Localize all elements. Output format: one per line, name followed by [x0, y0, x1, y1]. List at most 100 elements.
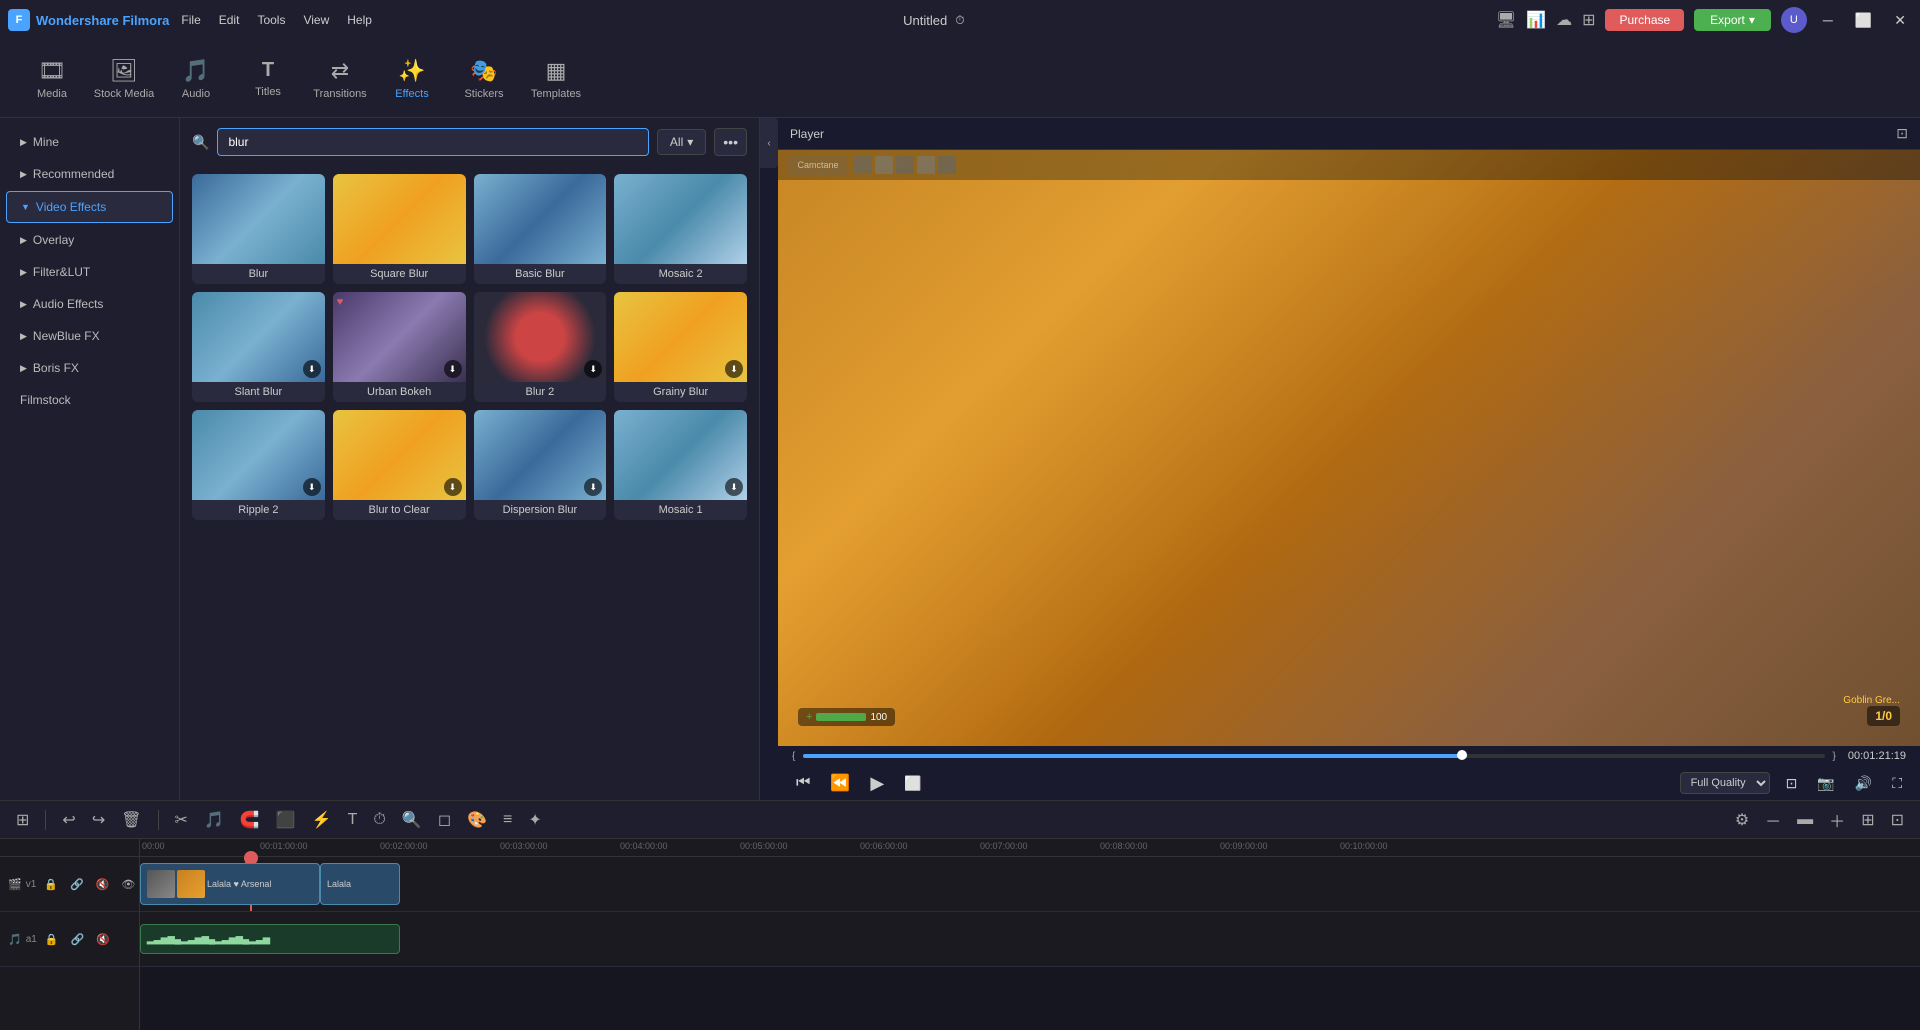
- tl-ai-cut-button[interactable]: ✦: [524, 810, 545, 830]
- tl-settings-button[interactable]: ⚙: [1731, 810, 1753, 830]
- quality-select[interactable]: Full Quality 1/2 Quality 1/4 Quality: [1680, 772, 1770, 794]
- sidebar-item-newblue-fx[interactable]: ▶ NewBlue FX: [6, 321, 173, 351]
- player-expand-icon[interactable]: ⊡: [1896, 125, 1908, 142]
- screenshot-button[interactable]: 📷: [1813, 775, 1838, 792]
- export-button[interactable]: Export ▾: [1694, 9, 1771, 31]
- tl-plus-button[interactable]: ＋: [1825, 808, 1849, 832]
- sidebar-item-overlay[interactable]: ▶ Overlay: [6, 225, 173, 255]
- panel-collapse-button[interactable]: ‹: [760, 118, 778, 168]
- toolbar-templates[interactable]: ▦ Templates: [520, 44, 592, 114]
- menu-file[interactable]: File: [181, 13, 200, 27]
- menu-view[interactable]: View: [303, 13, 329, 27]
- sidebar-item-audio-effects[interactable]: ▶ Audio Effects: [6, 289, 173, 319]
- stop-button[interactable]: ⬜: [900, 775, 925, 792]
- tl-clip-a1[interactable]: ▂▃▅▆▄▂▃▅▆▄▂▃▅▆▄▂▃▅: [140, 924, 400, 954]
- effect-blur[interactable]: Blur: [192, 174, 325, 284]
- more-options-button[interactable]: •••: [714, 128, 747, 156]
- maximize-button[interactable]: ⬜: [1849, 12, 1878, 29]
- tl-mask-button[interactable]: ◻: [434, 810, 455, 830]
- tl-equalizer-button[interactable]: ≡: [499, 811, 516, 829]
- tl-delete-button[interactable]: 🗑: [117, 810, 145, 830]
- tl-track-lock-a1[interactable]: 🔒: [41, 933, 63, 946]
- tl-split-button[interactable]: ⚡: [308, 810, 336, 830]
- sidebar-item-mine[interactable]: ▶ Mine: [6, 127, 173, 157]
- tl-track-mute-v1[interactable]: 🔇: [92, 878, 114, 891]
- skip-back-button[interactable]: ⏮: [792, 774, 814, 792]
- step-back-button[interactable]: ⏪: [826, 773, 854, 793]
- sidebar-label-boris-fx: Boris FX: [33, 361, 79, 375]
- tl-crop-button[interactable]: ⬛: [272, 810, 300, 830]
- close-button[interactable]: ✕: [1888, 12, 1912, 29]
- progress-thumb[interactable]: [1457, 750, 1467, 760]
- tl-track-link-v1[interactable]: 🔗: [66, 878, 88, 891]
- tl-cut-button[interactable]: ✂: [171, 810, 192, 830]
- tl-text-button[interactable]: T: [344, 811, 362, 829]
- tl-snap-button[interactable]: 🧲: [236, 810, 264, 830]
- menu-edit[interactable]: Edit: [219, 13, 240, 27]
- tl-audio-clip-button[interactable]: 🎵: [200, 810, 228, 830]
- tl-add-track-button[interactable]: ⊞: [12, 810, 33, 830]
- tl-grid-button[interactable]: ⊞: [1857, 810, 1878, 830]
- effect-mosaic-1[interactable]: ⬇ Mosaic 1: [614, 410, 747, 520]
- effect-slant-blur[interactable]: ⬇ Slant Blur: [192, 292, 325, 402]
- tl-clip-v1-1[interactable]: Lalala ♥ Arsenal: [140, 863, 320, 905]
- download-icon-blur2[interactable]: ⬇: [584, 360, 602, 378]
- tl-minus-button[interactable]: －: [1761, 808, 1785, 832]
- volume-button[interactable]: 🔊: [1851, 775, 1876, 792]
- user-avatar[interactable]: U: [1781, 7, 1807, 33]
- filter-dropdown[interactable]: All ▾: [657, 129, 706, 155]
- toolbar-transitions[interactable]: ⇄ Transitions: [304, 44, 376, 114]
- sidebar-item-filter-lut[interactable]: ▶ Filter&LUT: [6, 257, 173, 287]
- minimize-button[interactable]: ─: [1817, 12, 1839, 28]
- fullscreen-button[interactable]: ⛶: [1888, 775, 1906, 792]
- timeline-tracks-area[interactable]: 00:00 00:01:00:00 00:02:00:00 00:03:00:0…: [140, 839, 1920, 1030]
- effect-urban-bokeh[interactable]: ♥ ⬇ Urban Bokeh: [333, 292, 466, 402]
- effect-blur-to-clear[interactable]: ⬇ Blur to Clear: [333, 410, 466, 520]
- effect-mosaic-2[interactable]: Mosaic 2: [614, 174, 747, 284]
- toolbar-effects[interactable]: ✨ Effects: [376, 44, 448, 114]
- tl-track-lock-v1[interactable]: 🔒: [40, 878, 62, 891]
- toolbar-media[interactable]: 🎞 Media: [16, 44, 88, 114]
- sidebar-item-recommended[interactable]: ▶ Recommended: [6, 159, 173, 189]
- sidebar-item-filmstock[interactable]: Filmstock: [6, 385, 173, 415]
- effect-grainy-blur[interactable]: ⬇ Grainy Blur: [614, 292, 747, 402]
- tl-track-link-a1[interactable]: 🔗: [67, 933, 89, 946]
- export-dropdown-arrow[interactable]: ▾: [1749, 13, 1755, 27]
- purchase-button[interactable]: Purchase: [1605, 9, 1684, 31]
- search-input[interactable]: [217, 128, 648, 156]
- tl-zoom-button[interactable]: 🔍: [398, 810, 426, 830]
- menu-tools[interactable]: Tools: [257, 13, 285, 27]
- tl-color-match-button[interactable]: 🎨: [463, 810, 491, 830]
- download-icon-ripple2[interactable]: ⬇: [303, 478, 321, 496]
- toolbar-audio[interactable]: 🎵 Audio: [160, 44, 232, 114]
- menu-help[interactable]: Help: [347, 13, 372, 27]
- download-icon-blur-to-clear[interactable]: ⬇: [444, 478, 462, 496]
- effect-square-blur[interactable]: Square Blur: [333, 174, 466, 284]
- download-icon-mosaic1[interactable]: ⬇: [725, 478, 743, 496]
- download-icon-grainy[interactable]: ⬇: [725, 360, 743, 378]
- toolbar-titles[interactable]: T Titles: [232, 44, 304, 114]
- effect-blur-2[interactable]: ⬇ Blur 2: [474, 292, 607, 402]
- toolbar-stickers[interactable]: 🎭 Stickers: [448, 44, 520, 114]
- sidebar-item-boris-fx[interactable]: ▶ Boris FX: [6, 353, 173, 383]
- tl-clip-v1-2[interactable]: Lalala: [320, 863, 400, 905]
- sidebar-item-video-effects[interactable]: ▼ Video Effects: [6, 191, 173, 223]
- toolbar-stock-media[interactable]: 🖼 Stock Media: [88, 44, 160, 114]
- tl-track-eye-v1[interactable]: 👁: [117, 878, 139, 891]
- download-icon-dispersion[interactable]: ⬇: [584, 478, 602, 496]
- effect-basic-blur[interactable]: Basic Blur: [474, 174, 607, 284]
- tl-speed-button[interactable]: ⏱: [369, 811, 389, 829]
- tl-expand-button[interactable]: ⊡: [1887, 810, 1908, 830]
- tl-undo-button[interactable]: ↩: [58, 810, 79, 830]
- tl-track-mute-a1[interactable]: 🔇: [92, 933, 114, 946]
- play-button[interactable]: ▶: [866, 773, 888, 794]
- tl-redo-button[interactable]: ↪: [88, 810, 109, 830]
- effect-ripple-2[interactable]: ⬇ Ripple 2: [192, 410, 325, 520]
- app-logo: F Wondershare Filmora: [8, 9, 169, 31]
- progress-bar[interactable]: [803, 754, 1824, 758]
- effect-dispersion-blur[interactable]: ⬇ Dispersion Blur: [474, 410, 607, 520]
- download-icon-urban[interactable]: ⬇: [444, 360, 462, 378]
- fit-screen-button[interactable]: ⊡: [1782, 775, 1802, 792]
- tl-zoom-slider[interactable]: ▬: [1793, 811, 1817, 829]
- download-icon-slant[interactable]: ⬇: [303, 360, 321, 378]
